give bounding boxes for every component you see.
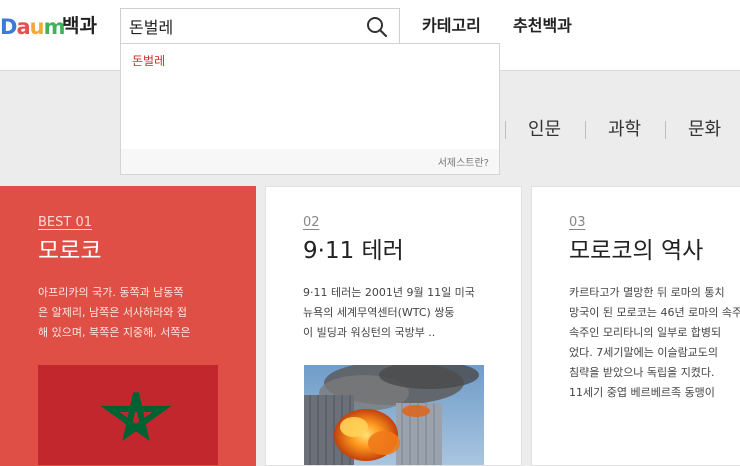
logo-letter-u: u xyxy=(29,15,45,39)
description-line: 11세기 중엽 베르베르족 동맹이 xyxy=(569,386,715,399)
description-line: 뉴욕의 세계무역센터(WTC) 쌍둥 xyxy=(303,306,455,319)
logo-letter-d: D xyxy=(0,15,17,39)
service-name[interactable]: 백과 xyxy=(62,12,97,40)
suggest-footer: 서제스트란? xyxy=(121,149,499,174)
daum-logo[interactable]: Daum xyxy=(0,13,65,41)
description-line: 9·11 테러는 2001년 9월 11일 미국 xyxy=(303,286,475,299)
description-line: 이 빌딩과 워싱턴의 국방부 .. xyxy=(303,326,436,339)
card-description: 카르타고가 멸망한 뒤 로마의 통치 망국이 된 모로코는 46년 로마의 속주… xyxy=(569,283,740,403)
suggest-help-link[interactable]: 서제스트란? xyxy=(438,154,489,169)
card-description: 아프리카의 국가. 동쪽과 남동쪽 은 알제리, 남쪽은 서사하라와 접 해 있… xyxy=(38,283,191,343)
search-icon[interactable] xyxy=(365,15,389,39)
nav-category[interactable]: 카테고리 xyxy=(422,14,481,38)
category-divider xyxy=(665,121,666,139)
description-line: 해 있으며, 북쪽은 지중해, 서쪽은 xyxy=(38,326,191,339)
card-rank: 03 xyxy=(569,215,586,230)
description-line: 속주인 모리타니의 일부로 합병되 xyxy=(569,326,722,339)
card-title[interactable]: 모로코의 역사 xyxy=(569,234,703,268)
morocco-flag-image xyxy=(38,365,218,465)
search-suggest-dropdown: 돈벌레 서제스트란? xyxy=(120,43,500,175)
card-best-01[interactable]: BEST 01 모로코 아프리카의 국가. 동쪽과 남동쪽 은 알제리, 남쪽은… xyxy=(0,186,256,466)
tab-humanities[interactable]: 인문 xyxy=(528,117,561,143)
search-input[interactable] xyxy=(129,12,354,40)
category-divider xyxy=(585,121,586,139)
category-divider xyxy=(505,121,506,139)
card-rank: 02 xyxy=(303,215,320,230)
suggest-item[interactable]: 돈벌레 xyxy=(132,52,165,69)
tab-science[interactable]: 과학 xyxy=(608,117,641,143)
description-line: 었다. 7세기말에는 이슬람교도의 xyxy=(569,346,719,359)
card-03[interactable]: 03 모로코의 역사 카르타고가 멸망한 뒤 로마의 통치 망국이 된 모로코는… xyxy=(531,186,740,466)
card-rank: BEST 01 xyxy=(38,215,92,230)
description-line: 침략을 받았으나 독립을 지켰다. xyxy=(569,366,715,379)
card-title[interactable]: 모로코 xyxy=(38,234,101,268)
description-line: 은 알제리, 남쪽은 서사하라와 접 xyxy=(38,306,188,319)
card-02[interactable]: 02 9·11 테러 9·11 테러는 2001년 9월 11일 미국 뉴욕의 … xyxy=(265,186,522,466)
card-description: 9·11 테러는 2001년 9월 11일 미국 뉴욕의 세계무역센터(WTC)… xyxy=(303,283,475,343)
wtc-attack-photo xyxy=(304,365,484,465)
card-title[interactable]: 9·11 테러 xyxy=(303,234,404,268)
nav-recommended[interactable]: 추천백과 xyxy=(513,14,572,38)
logo-letter-a: a xyxy=(16,15,30,39)
search-box xyxy=(120,8,400,44)
description-line: 카르타고가 멸망한 뒤 로마의 통치 xyxy=(569,286,725,299)
description-line: 망국이 된 모로코는 46년 로마의 속주 xyxy=(569,306,740,319)
description-line: 아프리카의 국가. 동쪽과 남동쪽 xyxy=(38,286,184,299)
tab-culture[interactable]: 문화 xyxy=(688,117,721,143)
